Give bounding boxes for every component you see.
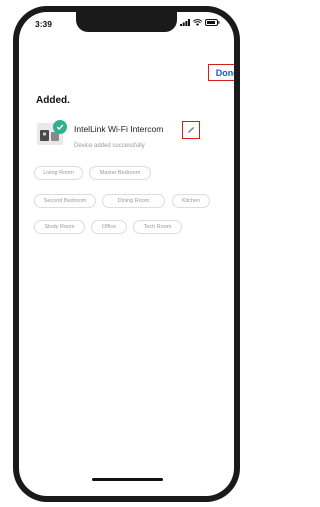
room-chip-second-bedroom[interactable]: Second Bedroom [34, 194, 96, 208]
room-chip-kitchen[interactable]: Kitchen [172, 194, 210, 208]
room-chip-living-room[interactable]: Living Room [34, 166, 83, 180]
page-title: Added. [36, 95, 70, 106]
room-chip-dining-room[interactable]: Dining Room [102, 194, 165, 208]
battery-icon [205, 19, 220, 26]
room-chip-tech-room[interactable]: Tech Room [133, 220, 182, 234]
app-screen: 3:39 Done Added. [19, 12, 234, 496]
success-check-icon [53, 120, 67, 134]
status-icons [180, 19, 220, 26]
home-indicator[interactable] [92, 478, 163, 481]
device-name: IntelLink Wi-Fi Intercom [74, 124, 164, 134]
cellular-signal-icon [180, 19, 190, 26]
phone-frame: 3:39 Done Added. [13, 6, 240, 502]
done-button[interactable]: Done [208, 64, 234, 81]
pencil-icon [188, 127, 194, 133]
device-notch [76, 12, 177, 32]
room-chip-office[interactable]: Office [91, 220, 127, 234]
edit-name-button[interactable] [182, 121, 200, 139]
room-chip-study-room[interactable]: Study Room [34, 220, 85, 234]
status-time: 3:39 [35, 19, 53, 29]
device-status-text: Device added successfully [74, 143, 145, 149]
room-chip-master-bedroom[interactable]: Master Bedroom [89, 166, 151, 180]
wifi-icon [193, 19, 202, 26]
